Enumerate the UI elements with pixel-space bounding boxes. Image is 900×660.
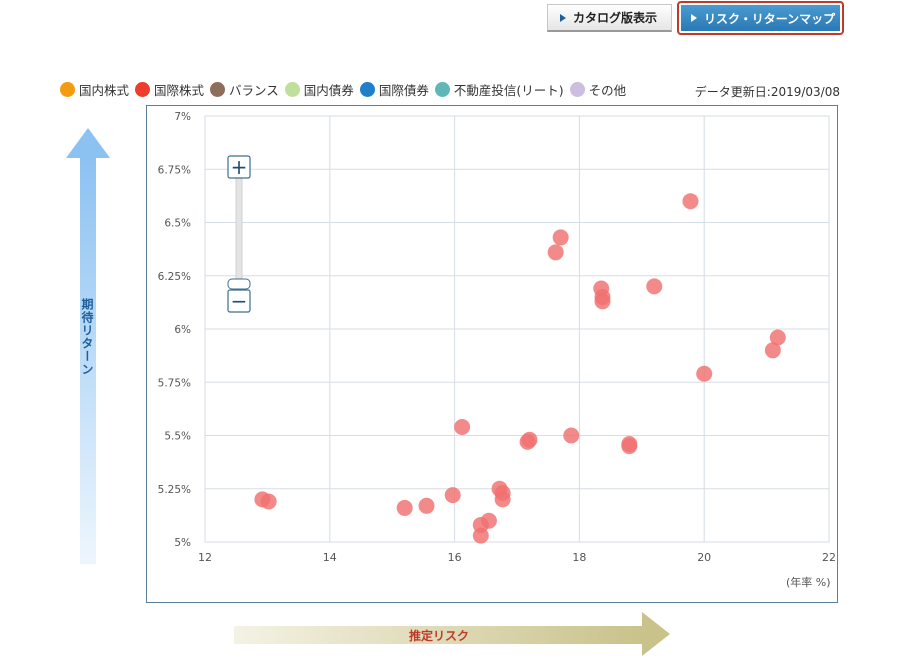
y-tick-label: 7% — [174, 111, 191, 123]
y-tick-label: 5.25% — [158, 484, 191, 496]
y-axis-title: 期待リターン — [80, 298, 94, 376]
x-tick-label: 20 — [697, 551, 711, 564]
update-date: データ更新日:2019/03/08 — [694, 85, 840, 99]
data-point[interactable] — [480, 512, 497, 529]
data-point[interactable] — [444, 487, 461, 504]
legend-item[interactable]: 国際株式 — [135, 80, 204, 99]
legend-marker-icon — [434, 82, 450, 97]
right-arrow-icon — [642, 612, 670, 656]
scatter-chart[interactable]: 5% 5.25% 5.5% 5.75% 6% 6.25% 6.5% 6.75% 7% 12 14 16… — [147, 106, 837, 602]
legend-label: その他 — [588, 83, 627, 98]
legend-marker-icon — [359, 82, 375, 97]
y-tick-label: 6.75% — [158, 164, 191, 176]
data-point[interactable] — [396, 499, 413, 516]
y-tick-label: 5.75% — [158, 377, 191, 389]
chart-frame: 5% 5.25% 5.5% 5.75% 6% 6.25% 6.5% 6.75% 7% 12 14 16… — [146, 105, 838, 603]
x-axis-title: 推定リスク — [408, 629, 469, 643]
legend-marker-icon — [210, 82, 226, 97]
triangle-right-icon — [691, 14, 697, 22]
data-point[interactable] — [552, 229, 569, 246]
legend-label: 国内債券 — [303, 83, 354, 98]
legend-marker-icon — [284, 82, 300, 97]
riskmap-view-button-frame: リスク・リターンマップ — [677, 1, 844, 35]
data-point[interactable] — [769, 329, 786, 346]
legend-item[interactable]: 国内株式 — [60, 80, 129, 99]
data-point[interactable] — [418, 497, 435, 514]
data-point[interactable] — [494, 485, 511, 502]
data-point[interactable] — [696, 365, 713, 382]
x-axis-arrow: 推定リスク — [234, 612, 674, 656]
legend-item[interactable]: 国際債券 — [359, 80, 429, 99]
legend-item[interactable]: 国内債券 — [284, 80, 354, 99]
y-tick-label: 6.5% — [164, 218, 191, 230]
legend-marker-icon — [135, 82, 151, 97]
zoom-track — [235, 171, 243, 281]
riskmap-view-button[interactable]: リスク・リターンマップ — [681, 5, 840, 31]
catalog-view-button[interactable]: カタログ版表示 — [547, 4, 672, 32]
y-axis-arrow: 期待リターン — [66, 128, 110, 564]
data-point[interactable] — [547, 244, 564, 261]
x-tick-label: 14 — [323, 551, 337, 564]
y-tick-label: 5.5% — [164, 431, 191, 443]
data-point[interactable] — [521, 431, 538, 448]
y-tick-label: 5% — [174, 537, 191, 549]
plus-icon: + — [231, 155, 248, 179]
legend-item[interactable]: その他 — [569, 80, 627, 99]
legend-marker-icon — [60, 82, 75, 97]
legend-marker-icon — [569, 82, 585, 97]
data-point[interactable] — [594, 289, 611, 306]
legend-item[interactable]: バランス — [210, 80, 279, 99]
data-point[interactable] — [646, 278, 663, 295]
x-tick-label: 16 — [448, 551, 462, 564]
legend-item[interactable]: 不動産投信(リート) — [434, 80, 564, 99]
legend-label: 国内株式 — [79, 83, 130, 98]
legend-label: バランス — [229, 83, 279, 98]
x-tick-label: 12 — [198, 551, 212, 564]
data-point[interactable] — [454, 418, 471, 435]
x-tick-label: 18 — [572, 551, 586, 564]
legend-label: 国際債券 — [378, 83, 429, 98]
triangle-right-icon — [560, 13, 566, 22]
zoom-slider-handle[interactable] — [227, 278, 251, 290]
data-point[interactable] — [563, 427, 580, 444]
data-point[interactable] — [682, 193, 699, 210]
legend-label: 不動産投信(リート) — [453, 83, 564, 98]
data-point[interactable] — [260, 493, 277, 510]
data-point[interactable] — [621, 436, 638, 453]
minus-icon: − — [231, 289, 248, 313]
x-unit-label: (年率 %) — [786, 576, 831, 589]
y-tick-label: 6% — [174, 324, 191, 336]
legend-label: 国際株式 — [154, 83, 205, 98]
catalog-view-label: カタログ版表示 — [573, 11, 658, 25]
chart-legend: 国内株式 国際株式 バランス 国内債券 国際債券 不動産投信(リート) その他 — [60, 80, 632, 99]
x-tick-label: 22 — [822, 551, 836, 564]
up-arrow-icon — [66, 128, 110, 158]
riskmap-view-label: リスク・リターンマップ — [704, 11, 836, 26]
y-tick-label: 6.25% — [158, 271, 191, 283]
